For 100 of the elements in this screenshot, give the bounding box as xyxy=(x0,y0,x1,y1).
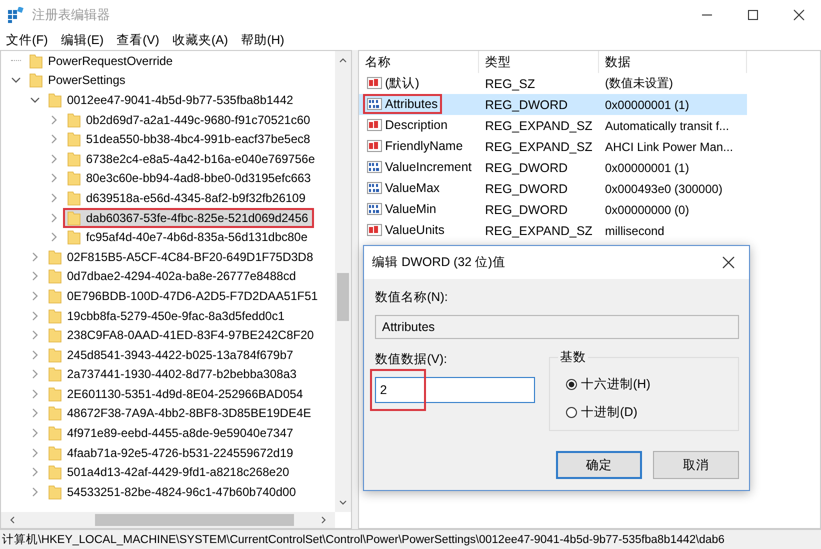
value-type: REG_SZ xyxy=(484,76,536,90)
maximize-icon[interactable] xyxy=(747,9,759,21)
tree-item[interactable]: 4faab71a-92e5-4726-b531-224559672d19 xyxy=(44,442,300,463)
tree-item[interactable]: d639518a-e56d-4345-8af2-b9f32fb26109 xyxy=(63,188,312,208)
chevron-right-icon[interactable] xyxy=(49,173,59,184)
close-icon[interactable] xyxy=(793,9,805,21)
tree-item[interactable]: 80e3c60e-bb94-4ad8-bbe0-0d3195efc663 xyxy=(63,168,317,188)
chevron-right-icon[interactable] xyxy=(30,290,40,301)
radio-label: 十进制(D) xyxy=(581,404,638,421)
value-row[interactable]: FriendlyName REG_EXPAND_SZ AHCI Link Power Man... xyxy=(359,136,747,157)
chevron-right-icon[interactable] xyxy=(30,467,40,478)
folder-icon xyxy=(48,386,62,402)
tree-item[interactable]: 19cbb8fa-5279-450e-9fac-8a3d5fedd0c1 xyxy=(44,306,291,326)
value-row[interactable]: ValueIncrement REG_DWORD 0x00000001 (1) xyxy=(359,157,747,178)
close-icon[interactable] xyxy=(722,256,735,269)
chevron-right-icon[interactable] xyxy=(30,486,40,497)
tree-item[interactable]: 501a4d13-42af-4429-9fd1-a8218c268e20 xyxy=(44,462,296,482)
scrollbar-thumb[interactable] xyxy=(94,514,294,526)
field-label: 数值名称(N): xyxy=(375,289,449,306)
chevron-right-icon[interactable] xyxy=(30,330,40,340)
tree-item[interactable]: 54533251-82be-4824-96c1-47b60b740d00 xyxy=(44,482,302,502)
tree-item[interactable]: 48672F38-7A9A-4bb2-8BF8-3D85BE19DE4E xyxy=(44,403,318,424)
value-name: ValueMax xyxy=(385,180,440,194)
column-header[interactable]: 类型 xyxy=(479,51,599,73)
chevron-down-icon[interactable] xyxy=(30,94,40,105)
folder-icon xyxy=(67,210,81,226)
value-row[interactable]: ValueUnits REG_EXPAND_SZ millisecond xyxy=(359,220,747,241)
chevron-right-icon[interactable] xyxy=(49,192,59,203)
value-data: 0x00000001 (1) xyxy=(604,98,690,112)
value-name-field[interactable]: Attributes xyxy=(375,315,739,339)
radio-option[interactable]: 十六进制(H) xyxy=(566,376,724,393)
radio-button[interactable] xyxy=(566,379,577,390)
chevron-right-icon[interactable] xyxy=(30,448,40,458)
chevron-right-icon[interactable] xyxy=(30,388,40,399)
value-type: REG_EXPAND_SZ xyxy=(484,118,594,132)
chevron-right-icon[interactable] xyxy=(49,212,59,223)
tree-item[interactable]: dab60367-53fe-4fbc-825e-521d069d2456 xyxy=(63,208,314,228)
dialog-title: 编辑 DWORD (32 位)值 xyxy=(372,254,506,271)
tree-item[interactable]: fc95af4d-40e7-4b6d-835a-56d131dbc80e xyxy=(63,227,314,248)
value-row[interactable]: Attributes REG_DWORD 0x00000001 (1) xyxy=(359,94,747,115)
horizontal-scrollbar[interactable] xyxy=(1,512,335,528)
tree-item[interactable]: 0d7dbae2-4294-402a-ba8e-26777e8488cd xyxy=(44,266,302,286)
dialog-button[interactable]: 取消 xyxy=(653,451,739,479)
value-name: ValueMin xyxy=(385,202,436,216)
value-row[interactable]: ValueMin REG_DWORD 0x00000000 (0) xyxy=(359,199,747,220)
value-name: ValueUnits xyxy=(385,222,445,236)
tree-item[interactable]: 0b2d69d7-a2a1-449c-9680-f91c70521c60 xyxy=(63,110,316,130)
menu-item[interactable]: 收藏夹(A) xyxy=(172,32,228,48)
chevron-right-icon[interactable] xyxy=(30,428,40,438)
column-header[interactable]: 数据 xyxy=(599,51,747,73)
value-row[interactable]: ValueMax REG_DWORD 0x000493e0 (300000) xyxy=(359,178,747,199)
tree-item[interactable]: 51dea550-bb38-4bc4-991b-eacf37be5ec8 xyxy=(63,129,316,150)
value-row[interactable]: (默认) REG_SZ (数值未设置) xyxy=(359,73,747,94)
folder-icon xyxy=(48,425,62,442)
vertical-scrollbar[interactable] xyxy=(335,51,351,512)
chevron-right-icon[interactable] xyxy=(30,252,40,262)
menu-item[interactable]: 帮助(H) xyxy=(240,32,284,48)
chevron-right-icon[interactable] xyxy=(49,232,59,242)
folder-icon xyxy=(67,150,81,167)
menu-item[interactable]: 文件(F) xyxy=(6,32,48,48)
tree-item[interactable]: 4f971e89-eebd-4455-a8de-9e59040e7347 xyxy=(44,423,300,444)
value-row[interactable]: Description REG_EXPAND_SZ Automatically transit f... xyxy=(359,115,747,136)
folder-icon xyxy=(48,366,62,382)
status-bar: 计算机\HKEY_LOCAL_MACHINE\SYSTEM\CurrentControlSet\Control\Power\PowerSettings\0012ee47-9041-4b5d-9b77-535fba8b1442\dab6 xyxy=(0,529,821,549)
scroll-left-icon[interactable] xyxy=(9,516,15,524)
chevron-right-icon[interactable] xyxy=(49,134,59,144)
scrollbar-thumb[interactable] xyxy=(337,272,349,321)
value-data: millisecond xyxy=(604,224,666,238)
scroll-up-icon[interactable] xyxy=(339,57,347,63)
menu-item[interactable]: 查看(V) xyxy=(116,32,160,48)
chevron-right-icon[interactable] xyxy=(30,408,40,418)
radio-label: 十六进制(H) xyxy=(581,376,650,393)
tree-item[interactable]: 2a737441-1930-4402-8d77-b2bebba308a3 xyxy=(44,364,303,384)
folder-icon xyxy=(48,308,62,324)
radio-option[interactable]: 十进制(D) xyxy=(566,404,724,421)
radio-button[interactable] xyxy=(566,407,577,418)
tree-item[interactable]: 0012ee47-9041-4b5d-9b77-535fba8b1442 xyxy=(44,90,300,110)
tree-item[interactable]: 238C9FA8-0AAD-41ED-83F4-97BE242C8F20 xyxy=(44,325,320,346)
tree-item[interactable]: PowerRequestOverride xyxy=(25,51,179,71)
value-type: REG_DWORD xyxy=(484,160,569,174)
value-data-field[interactable]: 2 xyxy=(375,377,535,403)
scroll-down-icon[interactable] xyxy=(339,500,347,506)
chevron-down-icon[interactable] xyxy=(11,75,21,86)
tree-item[interactable]: PowerSettings xyxy=(25,70,132,90)
scroll-right-icon[interactable] xyxy=(321,516,327,524)
tree-item[interactable]: 02F815B5-A5CF-4C84-BF20-649D1F75D3D8 xyxy=(44,246,320,267)
chevron-right-icon[interactable] xyxy=(30,310,40,321)
folder-icon xyxy=(48,92,62,108)
chevron-right-icon[interactable] xyxy=(49,154,59,164)
tree-item[interactable]: 6738e2c4-e8a5-4a42-b16a-e040e769756e xyxy=(63,148,321,169)
dialog-button[interactable]: 确定 xyxy=(556,451,642,479)
chevron-right-icon[interactable] xyxy=(30,369,40,380)
tree-item[interactable]: 245d8541-3943-4422-b025-13a784f679b7 xyxy=(44,344,300,365)
chevron-right-icon[interactable] xyxy=(49,114,59,125)
column-header[interactable]: 名称 xyxy=(359,51,479,73)
chevron-right-icon[interactable] xyxy=(30,271,40,282)
chevron-right-icon[interactable] xyxy=(30,350,40,360)
tree-item[interactable]: 2E601130-5351-4d9d-8E04-252966BAD054 xyxy=(44,384,309,404)
menu-item[interactable]: 编辑(E) xyxy=(60,32,104,48)
tree-item[interactable]: 0E796BDB-100D-47D6-A2D5-F7D2DAA51F51 xyxy=(44,286,324,306)
